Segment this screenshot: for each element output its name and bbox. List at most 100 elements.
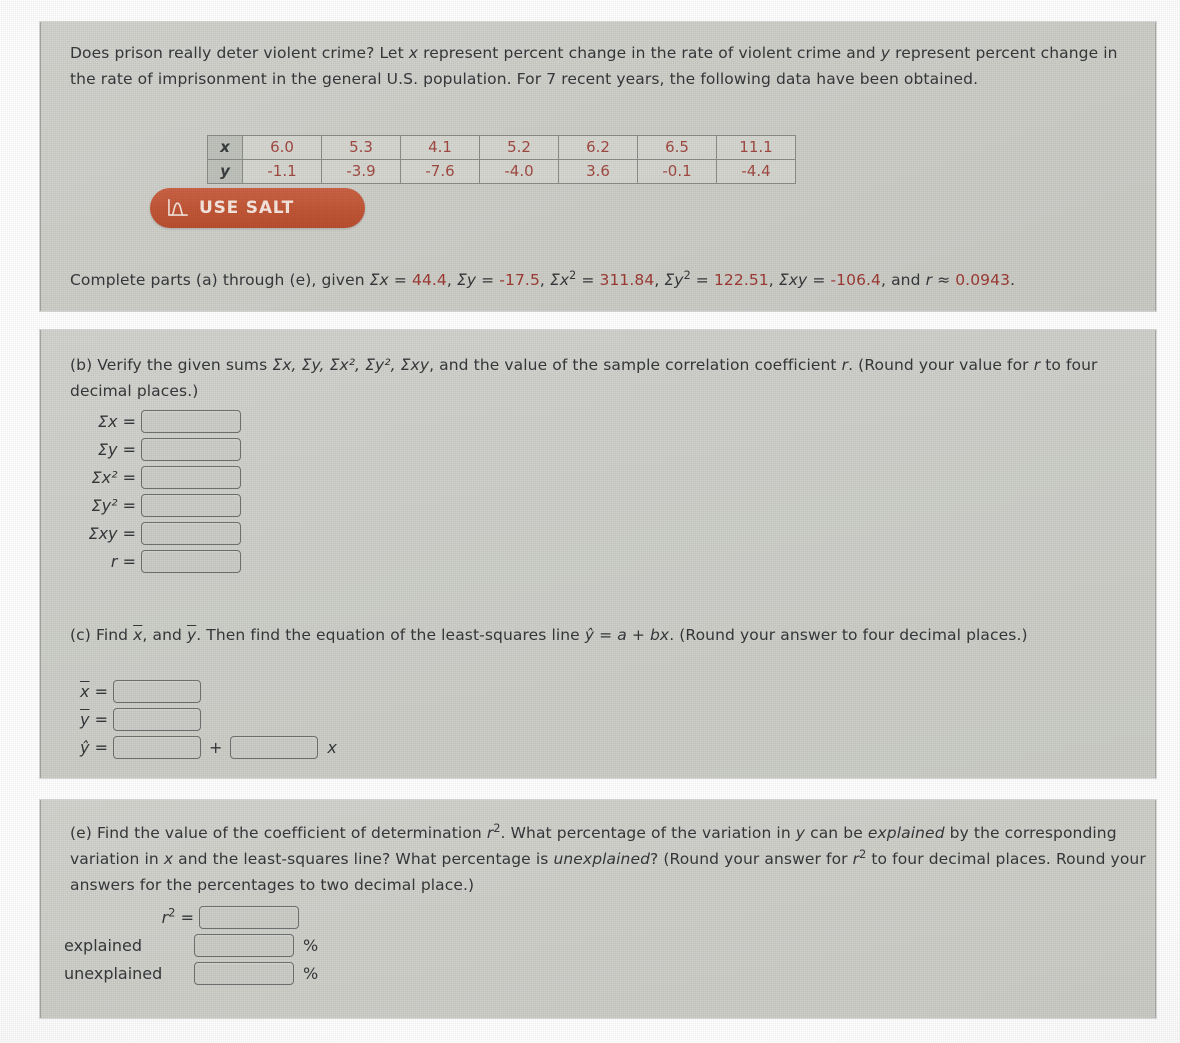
unexplained-input[interactable] [194,961,294,985]
field-row-r-squared: r2 = [64,904,318,930]
panel2-left-rule [40,330,41,778]
sum-x-squared-input[interactable] [141,465,241,489]
use-salt-label: USE SALT [199,198,294,218]
label-sum-x: Σx = [97,411,136,431]
explained-input[interactable] [194,933,294,957]
part-e-text-6: ? (Round your answer for [650,850,853,868]
part-b-prompt: (b) Verify the given sums Σx, Σy, Σx², Σ… [70,352,1130,404]
percent-sign-explained: % [303,935,319,955]
xbar-symbol: x [80,681,90,701]
field-row-sum-x: Σx = [64,408,241,434]
cell-x-0: 6.0 [242,135,322,160]
r-squared-input[interactable] [199,905,299,929]
sum-y-squared-value: 122.51 [713,271,769,289]
r-approx-sign: ≈ [937,271,951,289]
table-row-y: y -1.1 -3.9 -7.6 -4.0 3.6 -0.1 -4.4 [207,159,796,184]
part-e-text-1: (e) Find the value of the coefficient of… [70,824,487,842]
ybar-input[interactable] [113,707,201,731]
xbar-input[interactable] [113,679,201,703]
label-yhat: ŷ = [80,737,108,757]
use-salt-button[interactable]: USE SALT [150,188,365,228]
ybar-equals: = [94,709,108,729]
intercept-input[interactable] [113,735,201,759]
r-input[interactable] [141,549,241,573]
field-row-ybar: y = [64,706,337,732]
part-c-ybar: y [186,626,197,644]
intro-var-y: y [880,44,891,62]
given-sums-line: Complete parts (a) through (e), given Σx… [70,268,1016,289]
label-r-squared: r2 = [64,905,199,927]
panel2-right-rule [1155,330,1156,778]
cell-x-6: 11.1 [716,135,796,160]
xbar-equals: = [94,681,108,701]
cell-y-6: -4.4 [716,159,796,184]
sum-x-squared-symbol: Σx [549,271,570,289]
cell-x-1: 5.3 [321,135,401,160]
sum-y-squared-input[interactable] [141,493,241,517]
label-r: r = [110,551,136,571]
panel-right-rule [1155,22,1156,311]
intro-text-2: represent percent change in the rate of … [418,44,881,62]
part-c-prompt: (c) Find x, and y. Then find the equatio… [70,622,1130,648]
cell-y-0: -1.1 [242,159,322,184]
slope-input[interactable] [230,735,319,759]
sum-x-input[interactable] [141,409,241,433]
label-explained: explained [64,935,143,955]
cell-x-2: 4.1 [400,135,480,160]
data-table: x 6.0 5.3 4.1 5.2 6.2 6.5 11.1 y -1.1 -3… [207,135,796,184]
sum-x-squared-value: 311.84 [599,271,655,289]
part-c-answer-fields: x = y = ŷ = + x [64,678,337,762]
problem-statement: Does prison really deter violent crime? … [70,40,1130,92]
label-sum-y: Σy = [97,439,136,459]
normal-distribution-icon [168,199,188,216]
part-e-prompt: (e) Find the value of the coefficient of… [70,820,1150,898]
field-row-sum-xy: Σxy = [64,520,241,546]
cell-y-5: -0.1 [637,159,717,184]
part-c-text-1: (c) Find [70,626,134,644]
sup-2-c: 2 [493,821,501,835]
field-row-sum-y-squared: Σy² = [64,492,241,518]
sum-xy-value: -106.4 [830,271,882,289]
part-c-text-3: . Then find the equation of the least-sq… [196,626,585,644]
part-b-text-1: (b) Verify the given sums [70,356,273,374]
part-b-answer-fields: Σx = Σy = Σx² = Σy² = Σxy = r = [64,408,241,576]
sums-prefix: Complete parts (a) through (e), given [70,271,370,289]
part-c-equation: ŷ = a + bx [584,626,670,644]
table-row-x: x 6.0 5.3 4.1 5.2 6.2 6.5 11.1 [207,135,796,160]
r2-equals: = [180,907,194,927]
r-value: 0.0943 [955,271,1011,289]
sum-y-symbol: Σy [456,271,477,289]
label-xbar: x = [64,682,113,701]
sup-2-b: 2 [683,268,691,282]
field-row-explained: explained % [64,932,318,958]
row-label-x: x [207,135,243,160]
part-c-text-4: . (Round your answer to four decimal pla… [669,626,1028,644]
sup-2-e: 2 [168,905,176,920]
part-e-explained-em: explained [867,824,945,842]
field-row-yhat: ŷ = + x [64,734,337,760]
field-row-sum-y: Σy = [64,436,241,462]
sums-period: . [1010,271,1016,289]
sup-2-a: 2 [569,268,577,282]
part-e-text-2: . What percentage of the variation in [500,824,796,842]
question-panel-e: (e) Find the value of the coefficient of… [40,800,1156,1018]
part-e-text-3: can be [805,824,868,842]
sum-xy-input[interactable] [141,521,241,545]
field-row-unexplained: unexplained % [64,960,318,986]
sum-y-input[interactable] [141,437,241,461]
ybar-symbol: y [80,709,90,729]
part-b-text-3: . (Round your value for [848,356,1034,374]
row-label-y: y [207,159,243,184]
panel-left-rule [40,22,41,311]
sums-and: , and [881,271,926,289]
sum-y-squared-symbol: Σy [664,271,684,289]
cell-x-5: 6.5 [637,135,717,160]
field-row-r: r = [64,548,241,574]
sum-y-value: -17.5 [499,271,540,289]
cell-y-4: 3.6 [558,159,638,184]
part-e-var-x: x [163,850,174,868]
r-symbol: r [925,271,933,289]
question-panel-bc: (b) Verify the given sums Σx, Σy, Σx², Σ… [40,330,1156,778]
sum-x-value: 44.4 [411,271,447,289]
label-sum-x-squared: Σx² = [91,467,136,487]
